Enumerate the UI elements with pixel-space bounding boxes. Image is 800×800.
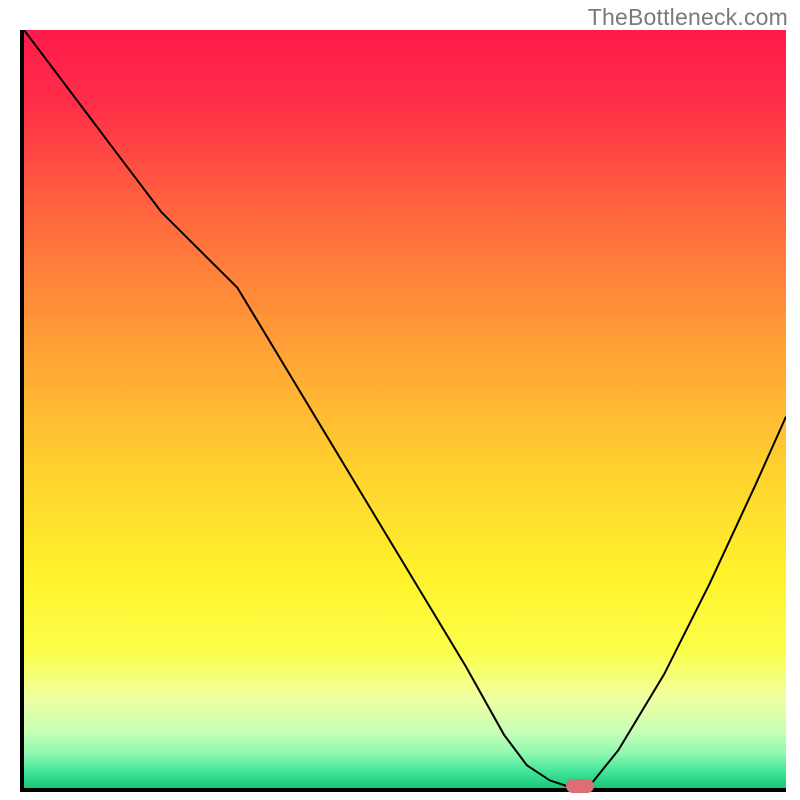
watermark-text: TheBottleneck.com	[588, 4, 788, 31]
chart-axes	[20, 30, 786, 792]
optimal-marker	[566, 779, 594, 793]
chart-canvas	[24, 30, 786, 788]
gradient-background	[24, 30, 786, 788]
